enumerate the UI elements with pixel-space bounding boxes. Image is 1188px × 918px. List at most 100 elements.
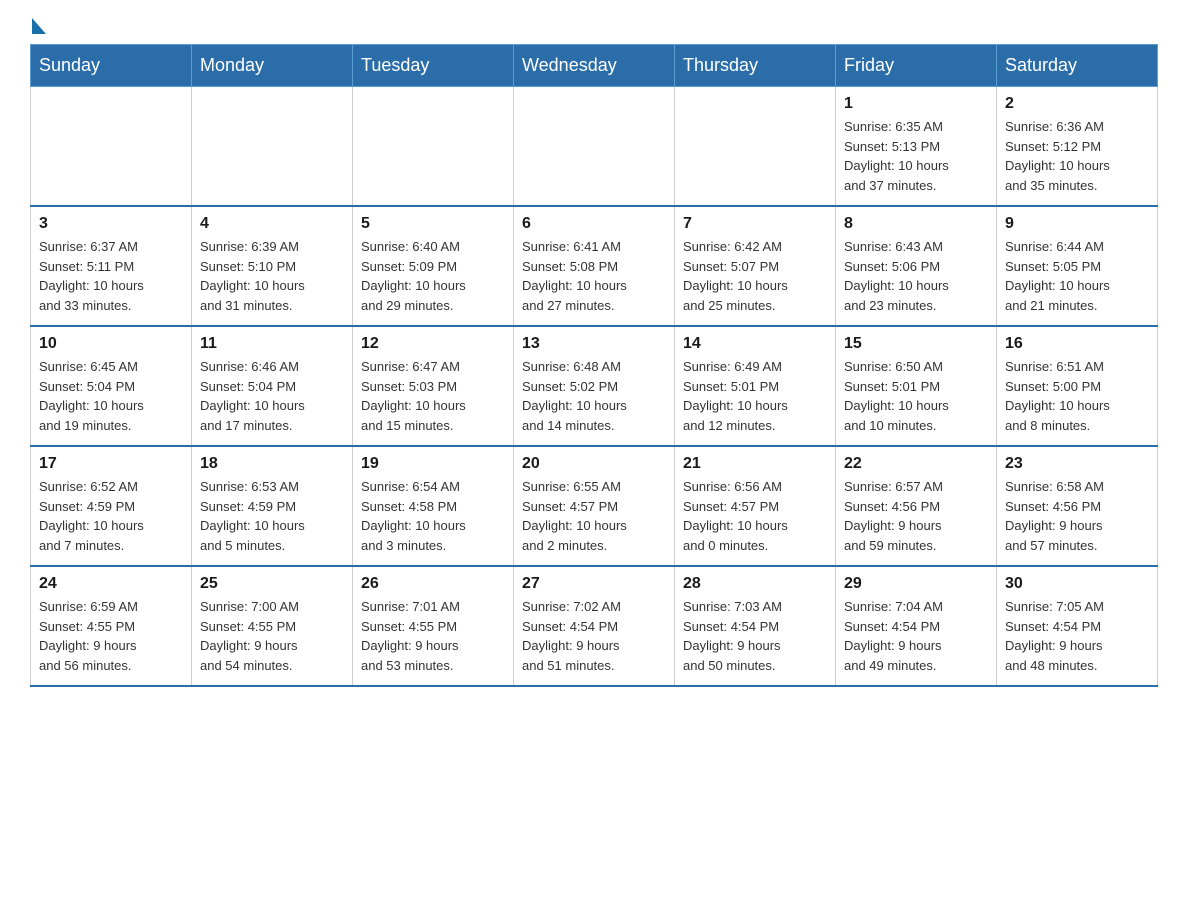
day-number: 18 [200,455,344,473]
calendar-cell: 15Sunrise: 6:50 AM Sunset: 5:01 PM Dayli… [836,326,997,446]
weekday-header-friday: Friday [836,45,997,87]
calendar-cell: 5 Sunrise: 6:40 AM Sunset: 5:09 PM Daylig… [353,206,514,326]
day-number: 22 [844,455,988,473]
day-number: 7 [683,215,827,233]
day-info: Sunrise: 6:48 AM Sunset: 5:02 PM Dayligh… [522,357,666,435]
day-number: 30 [1005,575,1149,593]
day-info: Sunrise: 6:53 AM Sunset: 4:59 PM Dayligh… [200,477,344,555]
calendar-cell: 1 Sunrise: 6:35 AM Sunset: 5:13 PM Daylig… [836,87,997,207]
calendar-cell: 2 Sunrise: 6:36 AM Sunset: 5:12 PM Daylig… [997,87,1158,207]
day-number: 5 [361,215,505,233]
day-info: Sunrise: 6:54 AM Sunset: 4:58 PM Dayligh… [361,477,505,555]
day-number: 11 [200,335,344,353]
day-number: 12 [361,335,505,353]
day-number: 8 [844,215,988,233]
day-info: Sunrise: 6:40 AM Sunset: 5:09 PM Dayligh… [361,237,505,315]
calendar-cell: 3 Sunrise: 6:37 AM Sunset: 5:11 PM Daylig… [31,206,192,326]
calendar-cell: 25 Sunrise: 7:00 AM Sunset: 4:55 PM Dayli… [192,566,353,686]
day-info: Sunrise: 7:02 AM Sunset: 4:54 PM Dayligh… [522,597,666,675]
day-number: 24 [39,575,183,593]
calendar-cell [514,87,675,207]
day-info: Sunrise: 6:56 AM Sunset: 4:57 PM Dayligh… [683,477,827,555]
day-info: Sunrise: 7:05 AM Sunset: 4:54 PM Dayligh… [1005,597,1149,675]
day-info: Sunrise: 6:36 AM Sunset: 5:12 PM Dayligh… [1005,117,1149,195]
day-info: Sunrise: 6:52 AM Sunset: 4:59 PM Dayligh… [39,477,183,555]
calendar-cell: 27 Sunrise: 7:02 AM Sunset: 4:54 PM Dayli… [514,566,675,686]
calendar-week-5: 24 Sunrise: 6:59 AM Sunset: 4:55 PM Dayli… [31,566,1158,686]
weekday-header-row: SundayMondayTuesdayWednesdayThursdayFrid… [31,45,1158,87]
day-info: Sunrise: 6:37 AM Sunset: 5:11 PM Dayligh… [39,237,183,315]
calendar-table: SundayMondayTuesdayWednesdayThursdayFrid… [30,44,1158,687]
day-number: 2 [1005,95,1149,113]
day-info: Sunrise: 6:41 AM Sunset: 5:08 PM Dayligh… [522,237,666,315]
day-number: 29 [844,575,988,593]
calendar-cell: 12 Sunrise: 6:47 AM Sunset: 5:03 PM Dayli… [353,326,514,446]
day-number: 17 [39,455,183,473]
calendar-cell: 18 Sunrise: 6:53 AM Sunset: 4:59 PM Dayli… [192,446,353,566]
calendar-cell: 17 Sunrise: 6:52 AM Sunset: 4:59 PM Dayli… [31,446,192,566]
day-number: 27 [522,575,666,593]
day-number: 15 [844,335,988,353]
calendar-cell: 30 Sunrise: 7:05 AM Sunset: 4:54 PM Dayli… [997,566,1158,686]
day-number: 25 [200,575,344,593]
day-number: 9 [1005,215,1149,233]
day-number: 20 [522,455,666,473]
calendar-cell: 14Sunrise: 6:49 AM Sunset: 5:01 PM Dayli… [675,326,836,446]
calendar-cell: 22 Sunrise: 6:57 AM Sunset: 4:56 PM Dayli… [836,446,997,566]
calendar-cell: 6 Sunrise: 6:41 AM Sunset: 5:08 PM Daylig… [514,206,675,326]
calendar-cell: 23Sunrise: 6:58 AM Sunset: 4:56 PM Dayli… [997,446,1158,566]
day-number: 4 [200,215,344,233]
calendar-week-3: 10 Sunrise: 6:45 AM Sunset: 5:04 PM Dayli… [31,326,1158,446]
day-number: 16 [1005,335,1149,353]
day-number: 1 [844,95,988,113]
day-number: 13 [522,335,666,353]
day-info: Sunrise: 6:55 AM Sunset: 4:57 PM Dayligh… [522,477,666,555]
calendar-cell: 8 Sunrise: 6:43 AM Sunset: 5:06 PM Daylig… [836,206,997,326]
day-info: Sunrise: 6:59 AM Sunset: 4:55 PM Dayligh… [39,597,183,675]
day-number: 6 [522,215,666,233]
day-number: 19 [361,455,505,473]
logo [30,20,46,32]
day-info: Sunrise: 7:03 AM Sunset: 4:54 PM Dayligh… [683,597,827,675]
calendar-cell [675,87,836,207]
day-info: Sunrise: 7:04 AM Sunset: 4:54 PM Dayligh… [844,597,988,675]
calendar-header: SundayMondayTuesdayWednesdayThursdayFrid… [31,45,1158,87]
day-info: Sunrise: 6:35 AM Sunset: 5:13 PM Dayligh… [844,117,988,195]
day-info: Sunrise: 6:44 AM Sunset: 5:05 PM Dayligh… [1005,237,1149,315]
calendar-cell: 7 Sunrise: 6:42 AM Sunset: 5:07 PM Daylig… [675,206,836,326]
day-info: Sunrise: 7:00 AM Sunset: 4:55 PM Dayligh… [200,597,344,675]
logo-arrow-icon [32,18,46,34]
day-info: Sunrise: 6:42 AM Sunset: 5:07 PM Dayligh… [683,237,827,315]
calendar-cell: 28 Sunrise: 7:03 AM Sunset: 4:54 PM Dayli… [675,566,836,686]
day-number: 3 [39,215,183,233]
day-info: Sunrise: 6:51 AM Sunset: 5:00 PM Dayligh… [1005,357,1149,435]
calendar-week-2: 3 Sunrise: 6:37 AM Sunset: 5:11 PM Daylig… [31,206,1158,326]
calendar-week-1: 1 Sunrise: 6:35 AM Sunset: 5:13 PM Daylig… [31,87,1158,207]
day-info: Sunrise: 7:01 AM Sunset: 4:55 PM Dayligh… [361,597,505,675]
day-info: Sunrise: 6:39 AM Sunset: 5:10 PM Dayligh… [200,237,344,315]
day-number: 26 [361,575,505,593]
calendar-cell: 20 Sunrise: 6:55 AM Sunset: 4:57 PM Dayli… [514,446,675,566]
day-number: 23 [1005,455,1149,473]
calendar-cell: 26 Sunrise: 7:01 AM Sunset: 4:55 PM Dayli… [353,566,514,686]
weekday-header-wednesday: Wednesday [514,45,675,87]
calendar-cell: 9 Sunrise: 6:44 AM Sunset: 5:05 PM Daylig… [997,206,1158,326]
day-info: Sunrise: 6:47 AM Sunset: 5:03 PM Dayligh… [361,357,505,435]
day-number: 28 [683,575,827,593]
weekday-header-tuesday: Tuesday [353,45,514,87]
calendar-cell [353,87,514,207]
calendar-cell: 10 Sunrise: 6:45 AM Sunset: 5:04 PM Dayli… [31,326,192,446]
day-info: Sunrise: 6:46 AM Sunset: 5:04 PM Dayligh… [200,357,344,435]
calendar-cell: 24 Sunrise: 6:59 AM Sunset: 4:55 PM Dayli… [31,566,192,686]
weekday-header-monday: Monday [192,45,353,87]
weekday-header-thursday: Thursday [675,45,836,87]
day-info: Sunrise: 6:45 AM Sunset: 5:04 PM Dayligh… [39,357,183,435]
day-number: 10 [39,335,183,353]
day-info: Sunrise: 6:43 AM Sunset: 5:06 PM Dayligh… [844,237,988,315]
day-info: Sunrise: 6:49 AM Sunset: 5:01 PM Dayligh… [683,357,827,435]
calendar-cell [192,87,353,207]
calendar-cell: 19 Sunrise: 6:54 AM Sunset: 4:58 PM Dayli… [353,446,514,566]
calendar-week-4: 17 Sunrise: 6:52 AM Sunset: 4:59 PM Dayli… [31,446,1158,566]
weekday-header-sunday: Sunday [31,45,192,87]
day-info: Sunrise: 6:57 AM Sunset: 4:56 PM Dayligh… [844,477,988,555]
